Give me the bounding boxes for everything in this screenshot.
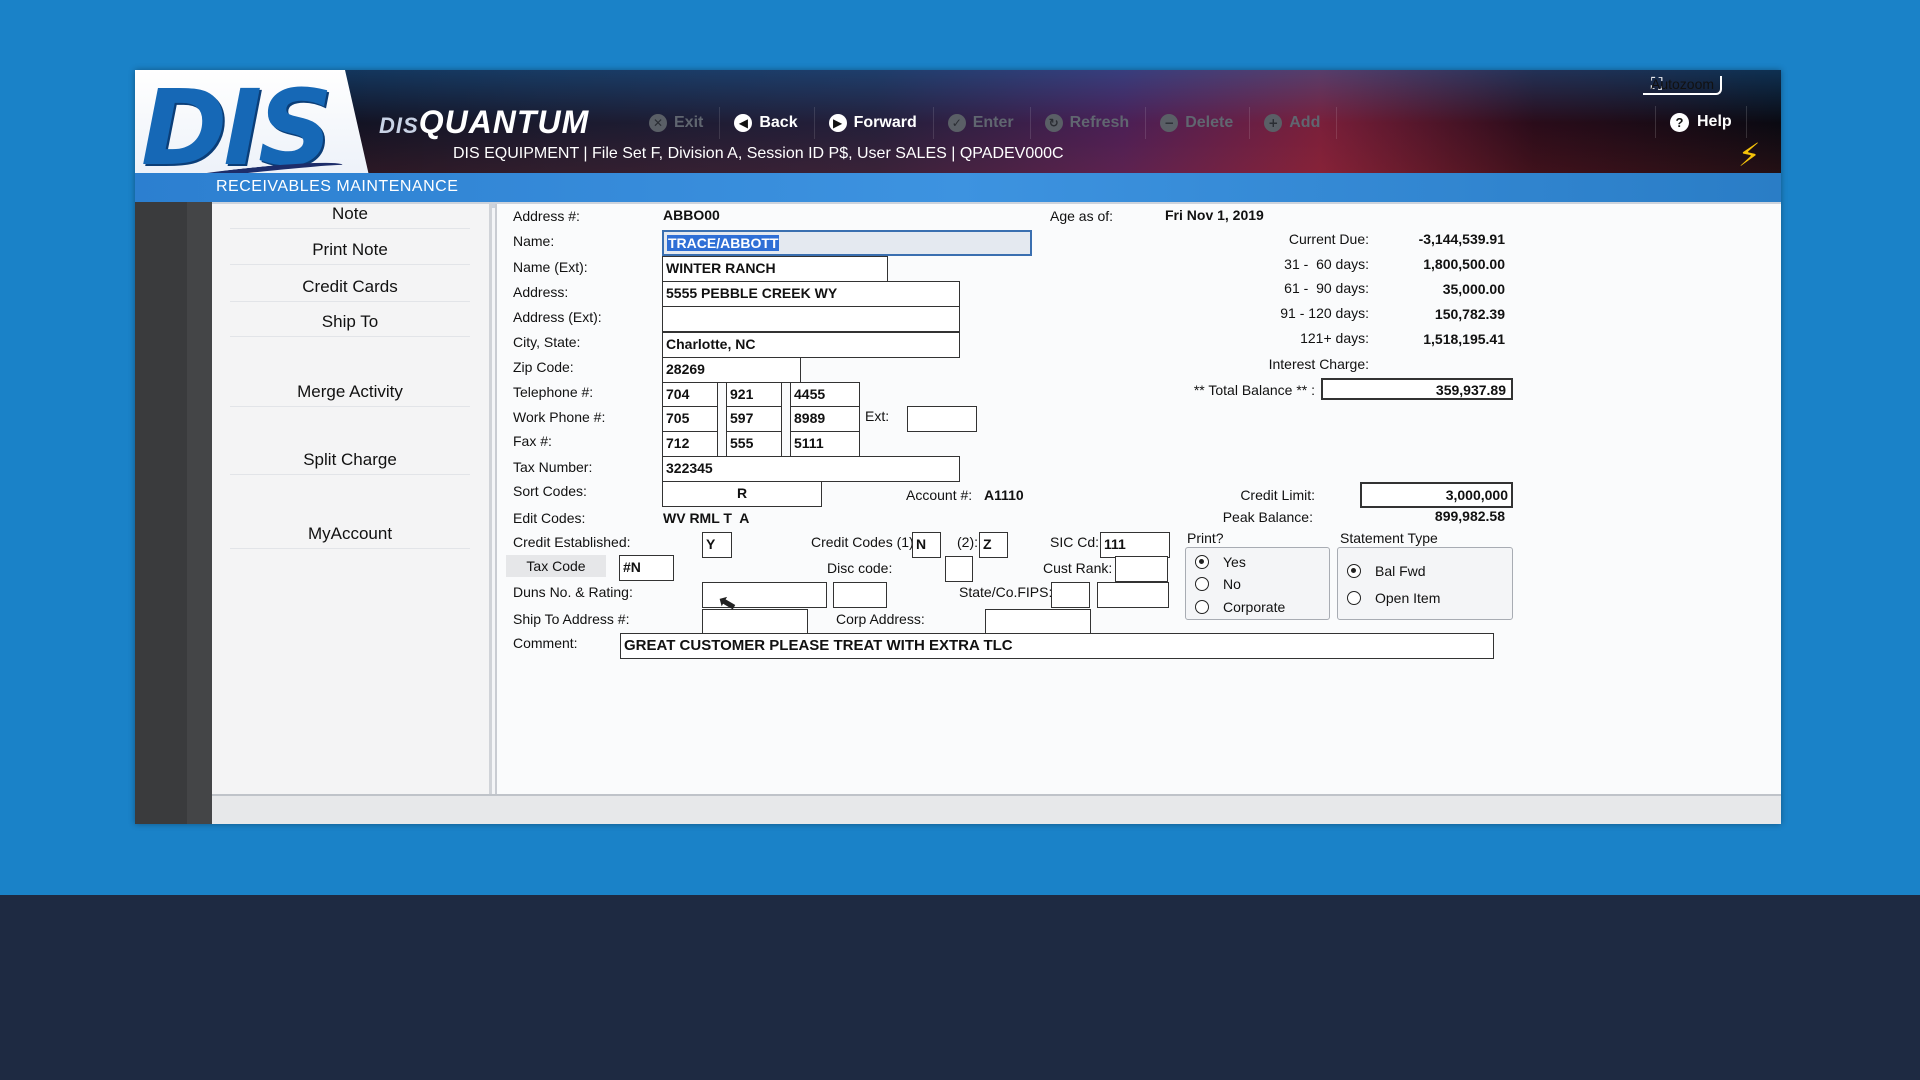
address-field[interactable]: 5555 PEBBLE CREEK WY (662, 281, 960, 307)
state-fips-field[interactable] (1051, 582, 1090, 608)
credit-limit-field[interactable]: 3,000,000 (1360, 482, 1513, 508)
age-date: Fri Nov 1, 2019 (1165, 207, 1264, 223)
cust-rank-field[interactable] (1115, 556, 1168, 582)
statement-bal-fwd-radio[interactable]: Bal Fwd (1347, 563, 1426, 579)
radio-icon (1195, 600, 1209, 614)
corp-address-field[interactable] (985, 609, 1091, 635)
minus-circle-icon: − (1160, 114, 1179, 132)
disc-code-field[interactable] (945, 556, 973, 582)
radio-icon (1195, 577, 1209, 591)
screen-title-bar: RECEIVABLES MAINTENANCE (135, 173, 1781, 202)
app-window: DIS DISQUANTUM ✕ Exit ◀ Back ▶ Forward ✓ Ent… (135, 70, 1781, 824)
tax-code-field[interactable]: #N (619, 555, 674, 581)
toolbar: ✕ Exit ◀ Back ▶ Forward ✓ Enter ↻ Refresh − De… (635, 106, 1338, 140)
brand-name: DISQUANTUM (379, 104, 590, 140)
nav-ship-to[interactable]: Ship To (230, 312, 470, 337)
arrow-right-circle-icon: ▶ (828, 114, 847, 132)
autozoom-toggle[interactable]: Autozoom ⛶ (1643, 75, 1723, 95)
peak-balance-value: 899,982.58 (1434, 508, 1505, 524)
print-corporate-radio[interactable]: Corporate (1195, 599, 1285, 615)
credit-code-1-field[interactable]: N (912, 532, 941, 558)
help-button[interactable]: ? Help (1655, 106, 1747, 138)
nav-note[interactable]: Note (230, 204, 470, 229)
fax-area-field[interactable]: 712 (662, 431, 718, 457)
telephone-area-field[interactable]: 704 (662, 382, 718, 408)
sort-codes-field[interactable]: R (662, 481, 822, 507)
edit-codes: WV RML T A (663, 510, 750, 526)
refresh-icon: ↻ (1044, 114, 1063, 132)
sic-code-field[interactable]: 111 (1100, 532, 1170, 558)
print-yes-radio[interactable]: Yes (1195, 554, 1246, 570)
address-number: ABBO00 (663, 207, 720, 223)
close-circle-icon: ✕ (649, 114, 667, 132)
radio-selected-icon (1195, 555, 1209, 569)
aging-121-plus-value: 1,518,195.41 (1423, 331, 1505, 347)
name-field[interactable]: TRACE/ABBOTT (662, 230, 1032, 256)
credit-code-2-field[interactable]: Z (979, 532, 1008, 558)
print-no-radio[interactable]: No (1195, 576, 1241, 592)
telephone-line-field[interactable]: 4455 (790, 382, 860, 408)
credit-established-field[interactable]: Y (702, 532, 732, 558)
delete-button[interactable]: − Delete (1146, 107, 1251, 139)
city-state-field[interactable]: Charlotte, NC (662, 332, 960, 358)
telephone-prefix-field[interactable]: 921 (726, 382, 782, 408)
session-info: DIS EQUIPMENT | File Set F, Division A, … (453, 145, 1064, 162)
county-fips-field[interactable] (1097, 582, 1169, 608)
help-icon: ? (1670, 112, 1689, 132)
comment-field[interactable]: GREAT CUSTOMER PLEASE TREAT WITH EXTRA T… (620, 633, 1494, 659)
fax-prefix-field[interactable]: 555 (726, 431, 782, 457)
statement-open-item-radio[interactable]: Open Item (1347, 590, 1440, 606)
lightning-icon: ⚡ (1738, 136, 1761, 174)
tax-number-field[interactable]: 322345 (662, 456, 960, 482)
aging-91-120-value: 150,782.39 (1434, 306, 1505, 322)
work-phone-area-field[interactable]: 705 (662, 406, 718, 432)
back-button[interactable]: ◀ Back (720, 107, 815, 139)
plus-circle-icon: + (1264, 114, 1283, 132)
statement-type-group (1337, 547, 1513, 620)
aging-61-90-value: 35,000.00 (1442, 281, 1505, 297)
fax-line-field[interactable]: 5111 (790, 431, 860, 457)
work-phone-prefix-field[interactable]: 597 (726, 406, 782, 432)
current-due-value: -3,144,539.91 (1418, 231, 1505, 247)
total-balance-field: 359,937.89 (1321, 378, 1513, 400)
account-number: A1110 (984, 487, 1024, 503)
nav-myaccount[interactable]: MyAccount (230, 524, 470, 549)
tax-code-button[interactable]: Tax Code (506, 555, 606, 577)
nav-merge-activity[interactable]: Merge Activity (230, 382, 470, 407)
refresh-button[interactable]: ↻ Refresh (1031, 107, 1147, 139)
nav-split-charge[interactable]: Split Charge (230, 450, 470, 475)
exit-button[interactable]: ✕ Exit (635, 107, 721, 139)
zip-field[interactable]: 28269 (662, 357, 801, 383)
side-nav: Note Print Note Credit Cards Ship To Mer… (212, 204, 492, 794)
status-bar (212, 794, 1781, 824)
address-ext-field[interactable] (662, 306, 960, 332)
radio-icon (1347, 591, 1361, 605)
enter-button[interactable]: ✓ Enter (934, 107, 1031, 139)
add-button[interactable]: + Add (1250, 107, 1338, 139)
check-circle-icon: ✓ (947, 114, 966, 132)
aging-31-60-value: 1,800,500.00 (1423, 256, 1505, 272)
nav-print-note[interactable]: Print Note (230, 240, 470, 265)
form-panel: Address #: ABBO00 Age as of: Fri Nov 1, … (495, 204, 1781, 794)
arrow-left-circle-icon: ◀ (734, 114, 753, 132)
nav-credit-cards[interactable]: Credit Cards (230, 277, 470, 302)
work-phone-ext-field[interactable] (907, 406, 977, 432)
forward-button[interactable]: ▶ Forward (815, 107, 934, 139)
duns-rating-field[interactable] (833, 582, 887, 608)
work-phone-line-field[interactable]: 8989 (790, 406, 860, 432)
screen-title: RECEIVABLES MAINTENANCE (216, 178, 459, 195)
ship-to-address-field[interactable] (702, 609, 808, 635)
name-ext-field[interactable]: WINTER RANCH (662, 256, 888, 282)
radio-selected-icon (1347, 564, 1361, 578)
